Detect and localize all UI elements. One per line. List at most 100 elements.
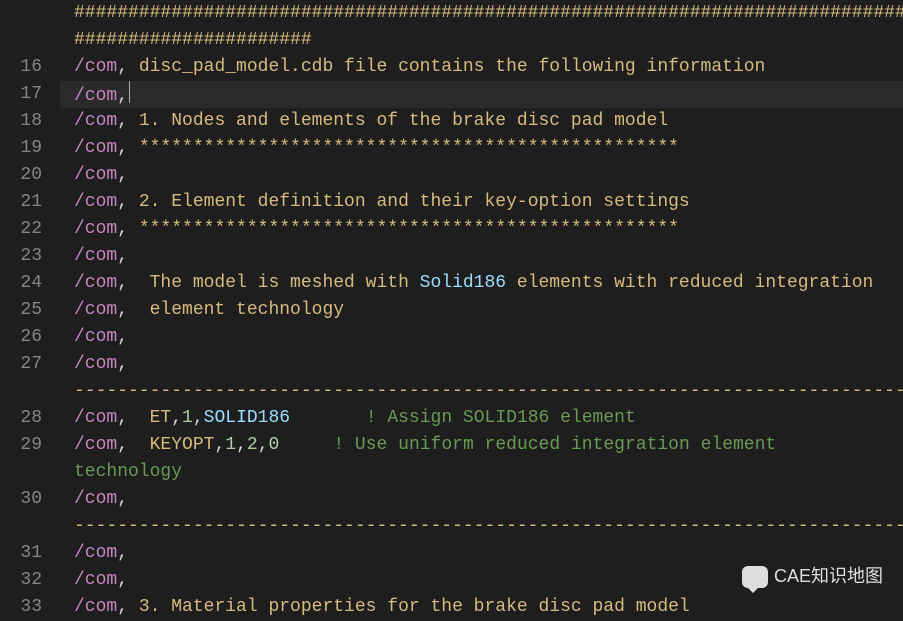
- token: /com: [74, 597, 117, 617]
- token: ########################################…: [74, 3, 903, 23]
- token: /com: [74, 86, 117, 106]
- token: ----------------------------------------…: [74, 381, 903, 401]
- token: ,: [258, 435, 269, 455]
- code-line[interactable]: /com, 2. Element definition and their ke…: [60, 189, 903, 216]
- token: ****************************************…: [139, 219, 679, 239]
- token: /com: [74, 192, 117, 212]
- line-number: 23: [0, 243, 42, 270]
- watermark: CAE知识地图: [742, 563, 883, 590]
- line-number: [0, 513, 42, 540]
- token: ,: [117, 86, 128, 106]
- token: ,: [117, 273, 149, 293]
- line-number: 27: [0, 351, 42, 378]
- line-number: 31: [0, 540, 42, 567]
- line-number: 28: [0, 405, 42, 432]
- line-number: 20: [0, 162, 42, 189]
- line-number: 25: [0, 297, 42, 324]
- token: [279, 435, 333, 455]
- code-line[interactable]: /com,: [60, 324, 903, 351]
- code-line[interactable]: /com, element technology: [60, 297, 903, 324]
- token: ,: [117, 57, 139, 77]
- token: Solid186: [420, 273, 506, 293]
- line-number: 33: [0, 594, 42, 621]
- line-number: 30: [0, 486, 42, 513]
- code-line[interactable]: ########################################…: [60, 0, 903, 27]
- code-line[interactable]: /com, 1. Nodes and elements of the brake…: [60, 108, 903, 135]
- code-line[interactable]: /com, KEYOPT,1,2,0 ! Use uniform reduced…: [60, 432, 903, 459]
- line-number: 29: [0, 432, 42, 459]
- code-line[interactable]: /com, **********************************…: [60, 216, 903, 243]
- line-number: 32: [0, 567, 42, 594]
- token: technology: [74, 462, 182, 482]
- token: ,: [117, 570, 128, 590]
- token: The model is meshed with: [150, 273, 420, 293]
- token: disc_pad_model.cdb file contains the fol…: [139, 57, 766, 77]
- code-line[interactable]: /com,: [60, 486, 903, 513]
- code-line[interactable]: ----------------------------------------…: [60, 513, 903, 540]
- token: ,: [117, 165, 128, 185]
- code-line[interactable]: /com, **********************************…: [60, 135, 903, 162]
- code-line[interactable]: /com,: [60, 162, 903, 189]
- token: ,: [117, 354, 139, 374]
- token: ,: [236, 435, 247, 455]
- line-number: 24: [0, 270, 42, 297]
- token: ,: [214, 435, 225, 455]
- code-line[interactable]: /com,: [60, 81, 903, 108]
- token: ****************************************…: [139, 138, 679, 158]
- code-line[interactable]: technology: [60, 459, 903, 486]
- line-number-gutter: 161718192021222324252627282930313233: [0, 0, 60, 620]
- line-number: 21: [0, 189, 42, 216]
- token: /com: [74, 165, 117, 185]
- token: 1: [182, 408, 193, 428]
- token: /com: [74, 57, 117, 77]
- token: /com: [74, 489, 117, 509]
- token: ,: [117, 408, 149, 428]
- token: ET: [150, 408, 172, 428]
- code-line[interactable]: /com, The model is meshed with Solid186 …: [60, 270, 903, 297]
- code-line[interactable]: /com,: [60, 243, 903, 270]
- token: ######################: [74, 30, 312, 50]
- token: /com: [74, 354, 117, 374]
- token: ,: [117, 192, 139, 212]
- token: ,: [117, 111, 139, 131]
- code-area[interactable]: ########################################…: [60, 0, 903, 620]
- token: /com: [74, 138, 117, 158]
- line-number: [0, 459, 42, 486]
- code-line[interactable]: ######################: [60, 27, 903, 54]
- code-line[interactable]: /com, disc_pad_model.cdb file contains t…: [60, 54, 903, 81]
- wechat-icon: [742, 566, 768, 588]
- line-number: 16: [0, 54, 42, 81]
- token: ,: [171, 408, 182, 428]
- watermark-label: CAE知识地图: [774, 563, 883, 590]
- token: [290, 408, 366, 428]
- token: /com: [74, 408, 117, 428]
- token: /com: [74, 111, 117, 131]
- line-number: [0, 0, 42, 27]
- token: /com: [74, 327, 117, 347]
- token: KEYOPT: [150, 435, 215, 455]
- code-editor[interactable]: 161718192021222324252627282930313233 ###…: [0, 0, 903, 620]
- code-line[interactable]: /com, 3. Material properties for the bra…: [60, 594, 903, 621]
- token: /com: [74, 219, 117, 239]
- line-number: 18: [0, 108, 42, 135]
- token: ,: [193, 408, 204, 428]
- code-line[interactable]: /com, ET,1,SOLID186 ! Assign SOLID186 el…: [60, 405, 903, 432]
- line-number: 22: [0, 216, 42, 243]
- token: ! Assign SOLID186 element: [366, 408, 636, 428]
- token: /com: [74, 300, 117, 320]
- line-number: 17: [0, 81, 42, 108]
- token: element technology: [150, 300, 344, 320]
- token: elements with reduced integration: [506, 273, 873, 293]
- line-number: 19: [0, 135, 42, 162]
- token: ! Use uniform reduced integration elemen…: [333, 435, 787, 455]
- token: /com: [74, 246, 117, 266]
- token: ----------------------------------------…: [74, 516, 903, 536]
- text-cursor: [129, 81, 130, 103]
- token: SOLID186: [204, 408, 290, 428]
- token: ,: [117, 246, 128, 266]
- code-line[interactable]: /com,: [60, 351, 903, 378]
- token: /com: [74, 435, 117, 455]
- code-line[interactable]: ----------------------------------------…: [60, 378, 903, 405]
- token: /com: [74, 543, 117, 563]
- token: ,: [117, 435, 149, 455]
